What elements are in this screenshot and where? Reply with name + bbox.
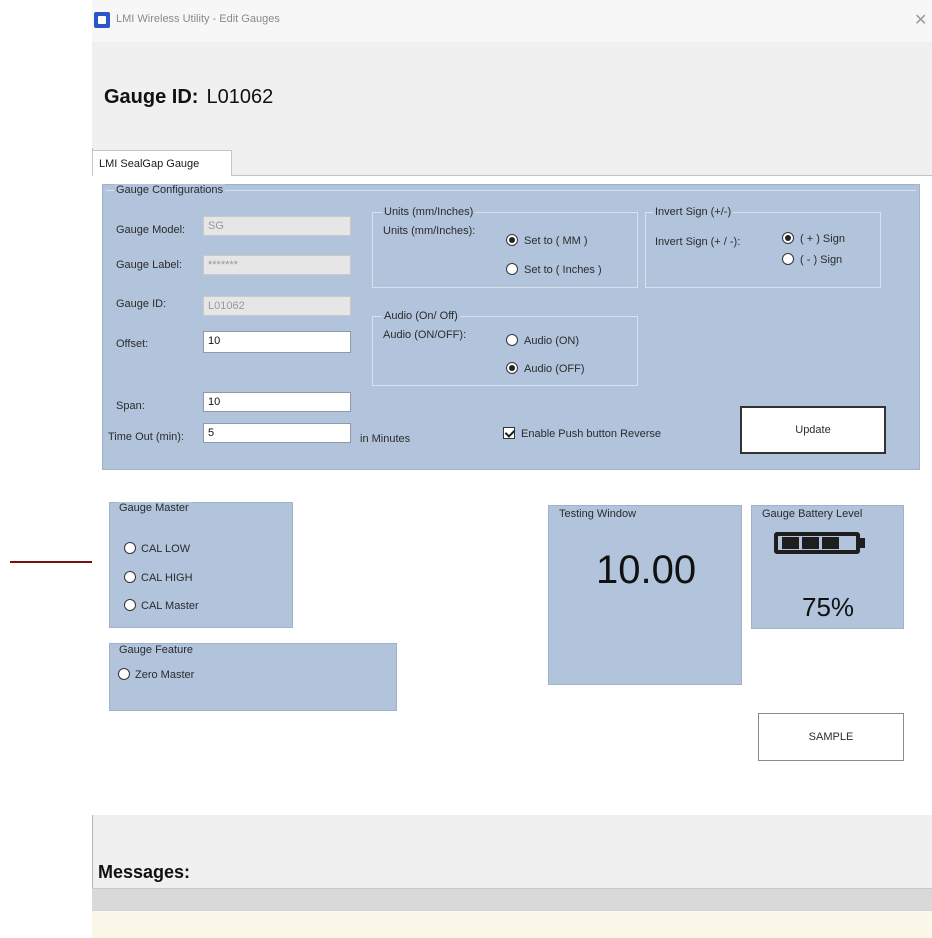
status-strip xyxy=(92,910,932,938)
gauge-master-title: Gauge Master xyxy=(117,502,191,514)
gauge-id-field[interactable]: L01062 xyxy=(203,296,351,316)
units-mm-label[interactable]: Set to ( MM ) xyxy=(524,235,588,247)
gauge-master-panel xyxy=(109,502,293,628)
battery-percent: 75% xyxy=(802,592,855,622)
invert-plus-label[interactable]: ( + ) Sign xyxy=(800,233,845,245)
gauge-configurations-title: Gauge Configurations xyxy=(114,184,226,196)
update-button[interactable]: Update xyxy=(740,406,886,454)
testing-window-title: Testing Window xyxy=(557,508,639,520)
invert-minus-radio[interactable] xyxy=(782,253,794,265)
gauge-label-label: Gauge Label: xyxy=(116,259,183,271)
audio-label: Audio (ON/OFF): xyxy=(383,329,467,341)
app-icon xyxy=(94,12,110,28)
tab-label: LMI SealGap Gauge xyxy=(99,158,200,170)
zero-master-radio[interactable] xyxy=(118,668,130,680)
gauge-model-label: Gauge Model: xyxy=(116,224,186,236)
testing-window-panel xyxy=(548,505,742,685)
gauge-model-field[interactable]: SG xyxy=(203,216,351,236)
timeout-field[interactable]: 5 xyxy=(203,423,351,443)
audio-off-label[interactable]: Audio (OFF) xyxy=(524,363,585,375)
audio-on-radio[interactable] xyxy=(506,334,518,346)
gauge-id-heading-label: Gauge ID: xyxy=(104,86,199,108)
offset-field[interactable]: 10 xyxy=(203,331,351,353)
battery-title: Gauge Battery Level xyxy=(760,508,865,520)
invert-minus-label[interactable]: ( - ) Sign xyxy=(800,254,842,266)
units-label: Units (mm/Inches): xyxy=(383,225,476,237)
invert-plus-radio[interactable] xyxy=(782,232,794,244)
battery-tip-icon xyxy=(860,538,865,548)
units-inches-radio[interactable] xyxy=(506,263,518,275)
cal-low-radio[interactable] xyxy=(124,542,136,554)
gauge-label-field[interactable]: ******* xyxy=(203,255,351,275)
span-field[interactable]: 10 xyxy=(203,392,351,412)
messages-bar xyxy=(92,888,932,910)
sample-button[interactable]: SAMPLE xyxy=(758,713,904,761)
gauge-id-label: Gauge ID: xyxy=(116,298,167,310)
audio-off-radio[interactable] xyxy=(506,362,518,374)
invert-sign-label: Invert Sign (+ / -): xyxy=(655,236,741,248)
messages-label: Messages: xyxy=(98,862,191,882)
cal-master-radio[interactable] xyxy=(124,599,136,611)
cal-high-label[interactable]: CAL HIGH xyxy=(141,572,193,584)
zero-master-label[interactable]: Zero Master xyxy=(135,669,194,681)
span-label: Span: xyxy=(116,400,145,412)
audio-group xyxy=(372,316,638,386)
gauge-feature-title: Gauge Feature xyxy=(117,644,195,656)
cal-low-label[interactable]: CAL LOW xyxy=(141,543,190,555)
timeout-label: Time Out (min): xyxy=(108,431,184,443)
units-mm-radio[interactable] xyxy=(506,234,518,246)
tab-lmi-sealgap-gauge[interactable]: LMI SealGap Gauge xyxy=(92,150,232,176)
window-title: LMI Wireless Utility - Edit Gauges xyxy=(116,13,280,25)
annotation-arrow-icon xyxy=(10,561,104,563)
timeout-unit: in Minutes xyxy=(360,433,411,445)
invert-sign-group-title: Invert Sign (+/-) xyxy=(653,206,734,218)
cal-high-radio[interactable] xyxy=(124,571,136,583)
units-inches-label[interactable]: Set to ( Inches ) xyxy=(524,264,602,276)
gauge-id-heading-value: L01062 xyxy=(206,86,274,108)
close-icon[interactable]: ✕ xyxy=(914,10,927,30)
push-reverse-checkbox[interactable] xyxy=(503,427,515,439)
units-group xyxy=(372,212,638,288)
audio-on-label[interactable]: Audio (ON) xyxy=(524,335,579,347)
page-title: Gauge ID: L01062 xyxy=(104,86,273,109)
cal-master-label[interactable]: CAL Master xyxy=(141,600,199,612)
testing-window-value: 10.00 xyxy=(596,548,697,592)
audio-group-title: Audio (On/ Off) xyxy=(382,310,460,322)
invert-sign-group xyxy=(645,212,881,288)
units-group-title: Units (mm/Inches) xyxy=(382,206,476,218)
battery-cell-icon xyxy=(822,537,839,549)
battery-cell-icon xyxy=(802,537,819,549)
battery-cell-icon xyxy=(782,537,799,549)
push-reverse-label[interactable]: Enable Push button Reverse xyxy=(521,428,661,440)
offset-label: Offset: xyxy=(116,338,149,350)
